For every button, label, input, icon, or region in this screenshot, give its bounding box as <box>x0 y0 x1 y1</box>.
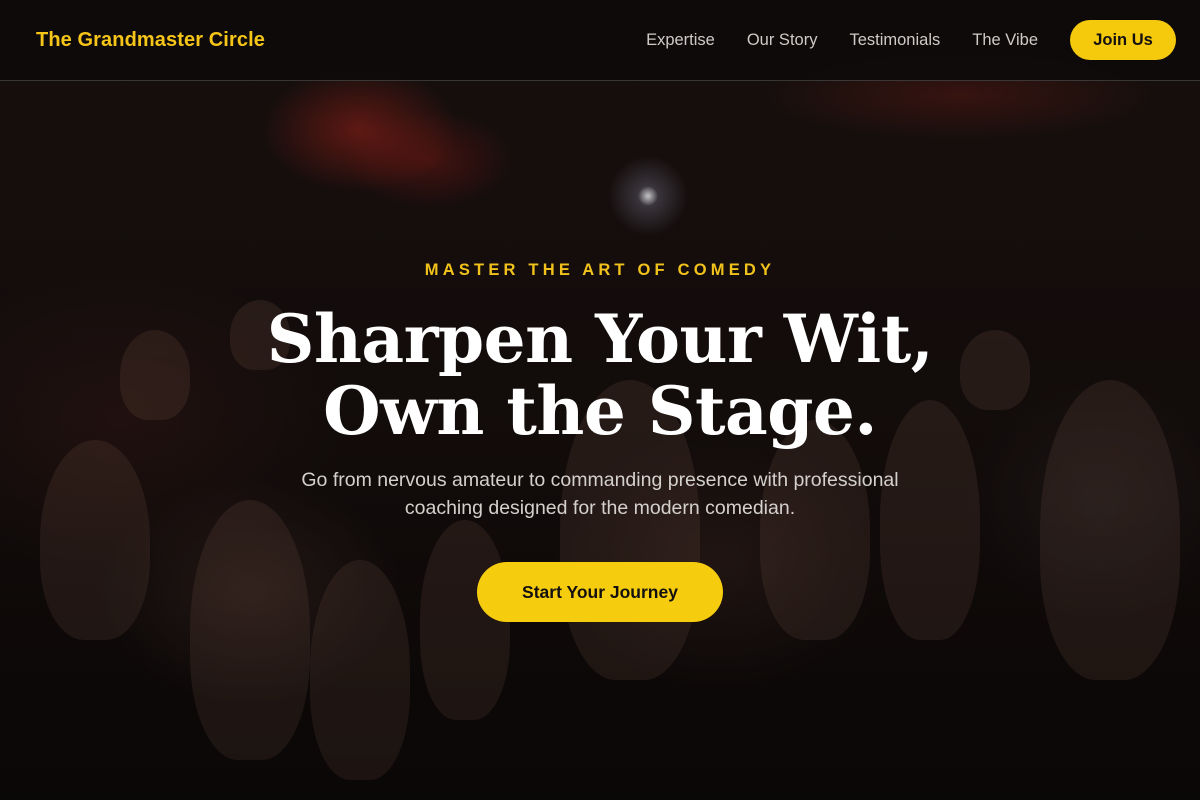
nav-link-testimonials[interactable]: Testimonials <box>849 31 940 50</box>
headline-line-2: Own the Stage. <box>323 372 877 450</box>
nav-link-the-vibe[interactable]: The Vibe <box>972 31 1038 50</box>
headline-line-1: Sharpen Your Wit, <box>266 300 934 378</box>
start-journey-button[interactable]: Start Your Journey <box>477 562 723 622</box>
hero-headline: Sharpen Your Wit, Own the Stage. <box>0 303 1200 447</box>
nav-links: Expertise Our Story Testimonials The Vib… <box>646 31 1038 50</box>
nav-link-expertise[interactable]: Expertise <box>646 31 715 50</box>
hero-section: MASTER THE ART OF COMEDY Sharpen Your Wi… <box>0 81 1200 800</box>
hero-eyebrow: MASTER THE ART OF COMEDY <box>424 261 776 279</box>
hero-subtitle: Go from nervous amateur to commanding pr… <box>301 469 899 519</box>
top-navigation-bar: The Grandmaster Circle Expertise Our Sto… <box>0 0 1200 81</box>
brand-logo-link[interactable]: The Grandmaster Circle <box>36 29 265 52</box>
nav-link-our-story[interactable]: Our Story <box>747 31 818 50</box>
join-us-button[interactable]: Join Us <box>1070 20 1176 60</box>
